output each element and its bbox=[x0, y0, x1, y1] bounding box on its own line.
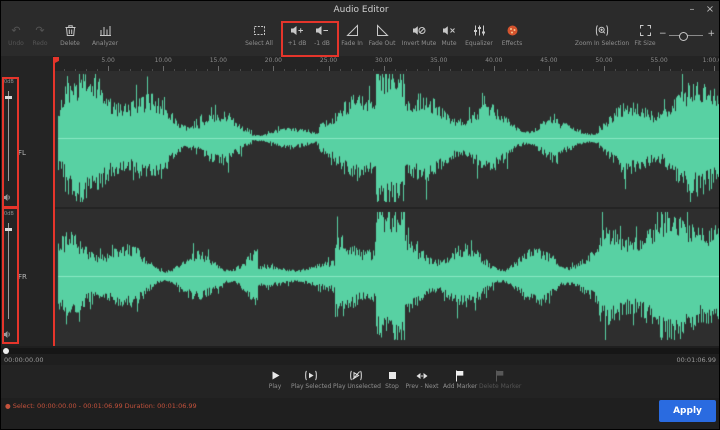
channel-gutter: 0dB FL 0dB FR bbox=[1, 56, 54, 346]
ruler-tick-label: 40.00 bbox=[479, 57, 509, 64]
fade-out-icon bbox=[367, 22, 397, 39]
ruler-tick-label: 35.00 bbox=[424, 57, 454, 64]
equalizer-icon bbox=[462, 22, 496, 39]
ruler-tick-label: 30.00 bbox=[369, 57, 399, 64]
ruler-tick-label: 1:00.00 bbox=[699, 57, 720, 64]
fl-volume-knob[interactable] bbox=[5, 96, 12, 99]
fr-volume-slider[interactable] bbox=[8, 223, 9, 319]
undo-icon: ↶ bbox=[5, 22, 27, 39]
window-title: Audio Editor bbox=[1, 1, 720, 19]
selection-status: ● Select: 00:00:00.00 - 00:01:06.99 Dura… bbox=[5, 402, 197, 410]
zoom-in-selection-button[interactable]: Zoom In Selection bbox=[574, 22, 630, 47]
ruler-tick-label: 5.00 bbox=[93, 57, 123, 64]
fl-gain-label: 0dB bbox=[4, 79, 14, 85]
volume-down-icon bbox=[310, 22, 334, 39]
undo-button[interactable]: ↶ Undo bbox=[5, 22, 27, 47]
close-button[interactable]: × bbox=[701, 1, 719, 19]
zoom-in-selection-icon bbox=[574, 22, 630, 39]
prev-next-icon bbox=[405, 369, 439, 382]
zoom-slider-knob[interactable] bbox=[679, 32, 688, 41]
status-bullet: ● bbox=[5, 402, 11, 410]
status-text: Select: 00:00:00.00 - 00:01:06.99 Durati… bbox=[13, 402, 197, 410]
delete-marker-button[interactable]: Delete Marker bbox=[479, 369, 521, 390]
play-selected-button[interactable]: Play Selected bbox=[291, 369, 331, 390]
play-selected-icon bbox=[291, 369, 331, 382]
timeline-ruler[interactable]: 5.00 10.00 15.00 20.00 25.00 30.00 35.00 40.00 4… bbox=[53, 56, 720, 71]
apply-button[interactable]: Apply bbox=[659, 400, 716, 422]
channel-divider bbox=[53, 207, 720, 209]
play-unselected-button[interactable]: Play Unselected bbox=[333, 369, 379, 390]
delete-marker-icon bbox=[479, 369, 521, 382]
channel-label-fl: FL bbox=[18, 149, 26, 157]
add-marker-icon bbox=[443, 369, 477, 382]
fr-gain-label: 0dB bbox=[4, 211, 14, 217]
play-unselected-icon bbox=[333, 369, 379, 382]
fl-speaker-icon[interactable] bbox=[3, 187, 12, 206]
titlebar: Audio Editor – × bbox=[1, 1, 720, 19]
stop-button[interactable]: Stop bbox=[381, 369, 403, 390]
analyzer-icon bbox=[87, 22, 123, 39]
ruler-tick-label: 55.00 bbox=[644, 57, 674, 64]
audio-editor-window: Audio Editor – × ↶ Undo ↷ Redo Delete An… bbox=[0, 0, 720, 430]
fade-out-button[interactable]: Fade Out bbox=[367, 22, 397, 47]
invert-mute-icon bbox=[399, 22, 439, 39]
fr-volume-knob[interactable] bbox=[5, 228, 12, 231]
fr-speaker-icon[interactable] bbox=[3, 324, 12, 343]
stop-icon bbox=[381, 369, 403, 382]
add-marker-button[interactable]: Add Marker bbox=[443, 369, 477, 390]
play-icon bbox=[263, 369, 287, 382]
scrollbar-knob[interactable] bbox=[3, 348, 9, 354]
effects-icon bbox=[498, 22, 526, 39]
analyzer-button[interactable]: Analyzer bbox=[87, 22, 123, 47]
volume-up-button[interactable]: +1 dB bbox=[285, 22, 309, 47]
equalizer-button[interactable]: Equalizer bbox=[462, 22, 496, 47]
zoom-out-icon[interactable]: − bbox=[659, 29, 667, 39]
transport-bar: Play Play Selected Play Unselected Stop … bbox=[1, 365, 720, 398]
start-time-label: 00:00:00.00 bbox=[4, 356, 44, 364]
toolbar: ↶ Undo ↷ Redo Delete Analyzer Select All bbox=[1, 19, 720, 57]
fade-in-icon bbox=[338, 22, 366, 39]
channel-label-fr: FR bbox=[18, 273, 27, 281]
delete-button[interactable]: Delete bbox=[55, 22, 85, 47]
play-button[interactable]: Play bbox=[263, 369, 287, 390]
fit-size-button[interactable]: Fit Size bbox=[631, 22, 659, 47]
effects-button[interactable]: Effects bbox=[498, 22, 526, 47]
zoom-slider[interactable]: − + bbox=[659, 27, 715, 45]
select-all-icon bbox=[241, 22, 277, 39]
invert-mute-button[interactable]: Invert Mute bbox=[399, 22, 439, 47]
select-all-button[interactable]: Select All bbox=[241, 22, 277, 47]
mute-icon bbox=[438, 22, 460, 39]
end-time-label: 00:01:06.99 bbox=[676, 356, 716, 364]
fit-size-icon bbox=[631, 22, 659, 39]
volume-up-icon bbox=[285, 22, 309, 39]
ruler-tick-label: 25.00 bbox=[314, 57, 344, 64]
ruler-tick-label: 45.00 bbox=[534, 57, 564, 64]
playhead-line[interactable] bbox=[53, 57, 55, 346]
fl-volume-slider[interactable] bbox=[8, 91, 9, 181]
minimize-button[interactable]: – bbox=[683, 1, 701, 19]
ruler-tick-label: 50.00 bbox=[589, 57, 619, 64]
prev-next-button[interactable]: Prev - Next bbox=[405, 369, 439, 390]
fade-in-button[interactable]: Fade In bbox=[338, 22, 366, 47]
redo-icon: ↷ bbox=[29, 22, 51, 39]
ruler-tick-label: 10.00 bbox=[148, 57, 178, 64]
zoom-in-icon[interactable]: + bbox=[707, 29, 715, 39]
ruler-tick-label: 20.00 bbox=[258, 57, 288, 64]
ruler-tick-label: 15.00 bbox=[203, 57, 233, 64]
trash-icon bbox=[55, 22, 85, 39]
volume-down-button[interactable]: -1 dB bbox=[310, 22, 334, 47]
mute-button[interactable]: Mute bbox=[438, 22, 460, 47]
horizontal-scrollbar[interactable] bbox=[1, 348, 720, 354]
redo-button[interactable]: ↷ Redo bbox=[29, 22, 51, 47]
